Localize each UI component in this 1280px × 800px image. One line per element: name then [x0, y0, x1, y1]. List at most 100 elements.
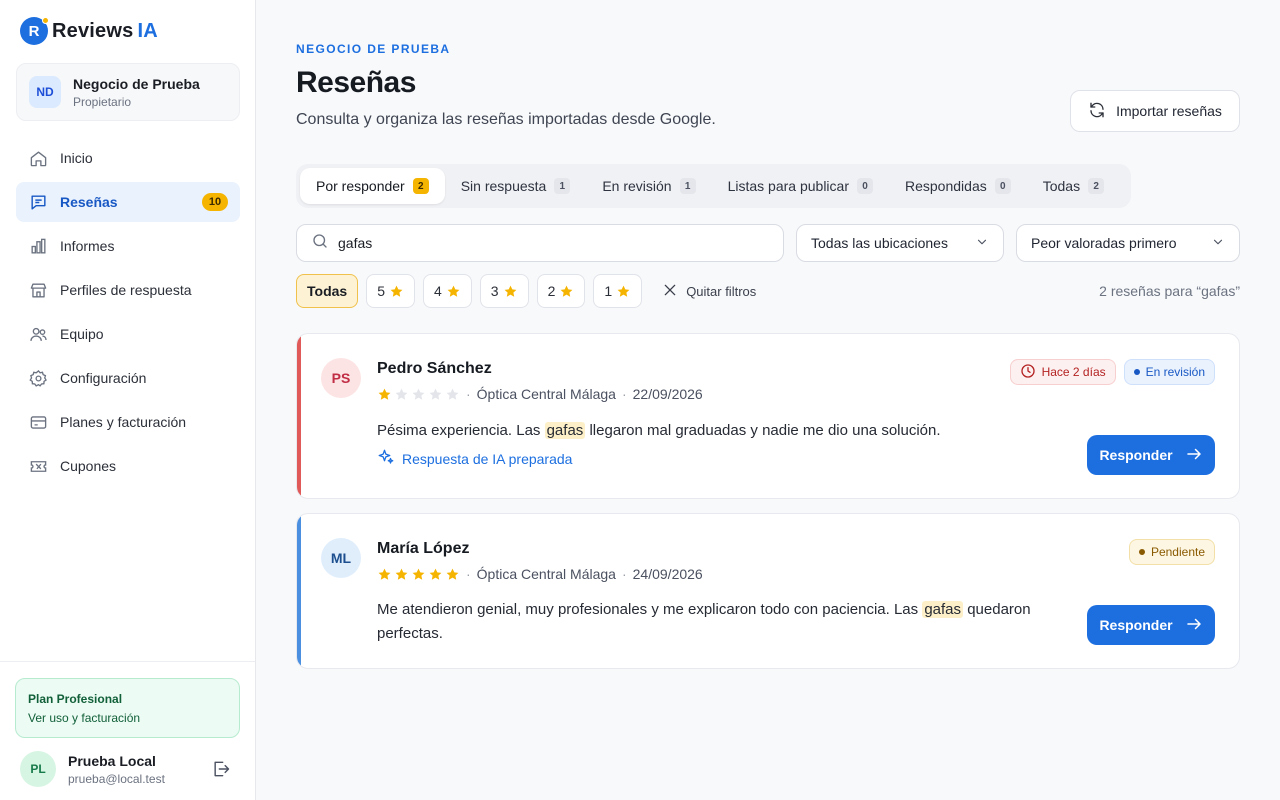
business-avatar: ND [29, 76, 61, 108]
user-profile[interactable]: PL Prueba Local prueba@local.test [20, 749, 240, 789]
search-highlight: gafas [922, 601, 964, 618]
review-card: PS Pedro Sánchez · Óptica Central Málaga… [296, 333, 1240, 499]
reviewer-name: María López [377, 540, 470, 557]
import-reviews-button[interactable]: Importar reseñas [1070, 90, 1240, 132]
arrow-right-icon [1185, 445, 1203, 466]
sidebar-item-label: Reseñas [60, 194, 118, 210]
tab-label: Sin respuesta [460, 178, 547, 194]
result-count: 2 reseñas para “gafas” [1099, 283, 1240, 299]
rating-filter-label: 1 [604, 283, 613, 299]
search-box[interactable] [296, 224, 784, 262]
location-select[interactable]: Todas las ubicaciones [796, 224, 1004, 262]
arrow-right-icon [1185, 615, 1203, 636]
review-badges: Pendiente [1128, 539, 1215, 565]
review-date: 24/09/2026 [632, 566, 703, 582]
review-card: ML María López · Óptica Central Málaga ·… [296, 513, 1240, 669]
ai-reply-ready-link[interactable]: Respuesta de IA preparada [377, 448, 572, 469]
sidebar-item-cupones[interactable]: Cupones [16, 446, 240, 486]
home-icon [28, 148, 48, 168]
status-badge: Pendiente [1128, 539, 1215, 565]
brand-suffix: IA [137, 19, 158, 42]
rating-filter-5[interactable]: 5 [366, 274, 415, 308]
review-date: 22/09/2026 [632, 386, 703, 402]
tab-todas[interactable]: Todas 2 [1027, 168, 1120, 204]
plan-usage-link[interactable]: Ver uso y facturación [28, 711, 227, 725]
rating-filter-1[interactable]: 1 [593, 274, 643, 308]
sort-select[interactable]: Peor valoradas primero [1016, 224, 1240, 262]
review-badges: Hace 2 días En revisión [1009, 359, 1215, 385]
search-input[interactable] [338, 235, 758, 251]
rating-filter-4[interactable]: 4 [423, 274, 472, 308]
business-name: Negocio de Prueba [73, 75, 200, 92]
chevron-down-icon [1211, 235, 1225, 252]
logout-icon[interactable] [210, 758, 232, 780]
star-empty-icon [429, 388, 442, 400]
rating-filter-3[interactable]: 3 [479, 274, 529, 308]
plan-title: Plan Profesional [28, 692, 123, 706]
rating-filter-all[interactable]: Todas [296, 274, 359, 308]
rating-filter-label: 3 [490, 283, 499, 299]
tab-count: 2 [412, 178, 429, 194]
review-location: Óptica Central Málaga [476, 386, 616, 402]
sparkles-icon [377, 448, 395, 469]
sidebar-item-resenas[interactable]: Reseñas 10 [16, 182, 240, 222]
star-filled-icon [378, 568, 391, 580]
star-filled-icon [446, 568, 459, 580]
sidebar-item-label: Informes [60, 238, 115, 254]
gear-icon [28, 368, 48, 388]
sidebar-item-label: Perfiles de respuesta [60, 282, 192, 298]
sidebar-item-equipo[interactable]: Equipo [16, 314, 240, 354]
tab-en-revision[interactable]: En revisión 1 [586, 168, 711, 204]
tab-count: 2 [1088, 178, 1105, 194]
close-icon [662, 282, 678, 301]
sidebar-item-configuracion[interactable]: Configuración [16, 358, 240, 398]
ticket-icon [28, 456, 48, 476]
tab-label: Todas [1042, 178, 1081, 194]
star-empty-icon [446, 388, 459, 400]
reply-button-label: Responder [1099, 617, 1173, 633]
brand-name: Reviews [52, 19, 134, 42]
avatar: PL [20, 751, 56, 787]
sidebar-item-informes[interactable]: Informes [16, 226, 240, 266]
message-icon [28, 192, 48, 212]
star-icon [390, 285, 403, 297]
status-badge-label: Pendiente [1150, 545, 1205, 559]
tab-respondidas[interactable]: Respondidas 0 [889, 168, 1027, 204]
ai-reply-label: Respuesta de IA preparada [402, 450, 573, 467]
sidebar-item-perfiles[interactable]: Perfiles de respuesta [16, 270, 240, 310]
rating-filter-2[interactable]: 2 [536, 274, 586, 308]
tab-por-responder[interactable]: Por responder 2 [300, 168, 445, 204]
star-icon [447, 285, 460, 297]
tab-listas-para-publicar[interactable]: Listas para publicar 0 [712, 168, 889, 204]
rating-filter-label: 4 [434, 283, 442, 299]
tab-count: 1 [679, 178, 696, 194]
time-badge: Hace 2 días [1009, 359, 1116, 385]
tab-sin-respuesta[interactable]: Sin respuesta 1 [445, 168, 587, 204]
plan-card[interactable]: Plan Profesional Ver uso y facturación [15, 678, 240, 738]
rating-filter-label: 5 [377, 283, 385, 299]
import-reviews-label: Importar reseñas [1116, 103, 1222, 119]
credit-card-icon [28, 412, 48, 432]
sidebar-nav: Inicio Reseñas 10 Informes Perfiles de r… [16, 138, 240, 490]
sidebar-item-inicio[interactable]: Inicio [16, 138, 240, 178]
reply-button[interactable]: Responder [1087, 435, 1215, 475]
clear-filters-button[interactable]: Quitar filtros [662, 282, 756, 301]
user-name: Prueba Local [68, 752, 156, 769]
tab-label: Listas para publicar [727, 178, 849, 194]
star-empty-icon [412, 388, 425, 400]
tab-count: 0 [994, 178, 1011, 194]
star-filled-icon [412, 568, 425, 580]
page-title: Reseñas [296, 66, 416, 99]
avatar: PS [321, 358, 361, 398]
reply-button[interactable]: Responder [1087, 605, 1215, 645]
business-switcher[interactable]: ND Negocio de Prueba Propietario [16, 63, 240, 121]
clock-icon [1020, 363, 1036, 382]
review-text: Pésima experiencia. Las gafas llegaron m… [377, 422, 941, 439]
sidebar-item-planes[interactable]: Planes y facturación [16, 402, 240, 442]
refresh-icon [1088, 101, 1106, 122]
app-logo[interactable]: R Reviews IA [20, 17, 158, 45]
user-email: prueba@local.test [68, 771, 165, 786]
status-tabs: Por responder 2 Sin respuesta 1 En revis… [296, 164, 1131, 208]
bar-chart-icon [28, 236, 48, 256]
star-rating [377, 387, 460, 402]
